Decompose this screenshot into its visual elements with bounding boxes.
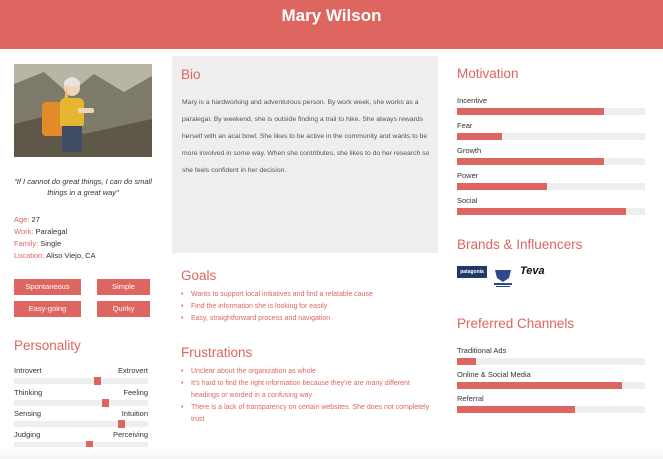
scale-right-label: Intuition: [121, 409, 148, 418]
motivation-bar-label: Incentive: [457, 96, 488, 105]
fact-age: Age: 27: [14, 214, 96, 226]
fact-value: Single: [40, 239, 62, 248]
fact-family: Family: Single: [14, 238, 96, 250]
scale-right-label: Perceiving: [112, 430, 148, 439]
motivation-bar-fill: [457, 108, 604, 115]
teva-logo: Teva: [520, 265, 545, 277]
scale-right-label: Extrovert: [117, 366, 148, 375]
fact-label: Age:: [14, 215, 30, 224]
bio-text: Mary is a hardworking and adventurous pe…: [182, 99, 430, 174]
personality-scale-marker: [118, 420, 125, 428]
scale-left-label: Judging: [14, 430, 41, 439]
profile-photo: [14, 64, 152, 157]
fact-work: Work: Paralegal: [14, 226, 96, 238]
crest-logo: [492, 268, 514, 288]
personality-scale-marker: [102, 399, 109, 407]
scale-left-label: Introvert: [14, 366, 42, 375]
channel-bar-label: Referral: [457, 394, 484, 403]
motivation-bar-fill: [457, 133, 502, 140]
motivation-bar-track: [457, 183, 645, 190]
trait-chip: Quirky: [97, 301, 150, 317]
channel-bar-label: Traditional Ads: [457, 346, 507, 355]
page-footer: [0, 447, 663, 459]
frustrations-title: Frustrations: [181, 345, 253, 360]
list-item: Wants to support local initiatives and f…: [181, 289, 431, 301]
motivation-bar-label: Social: [457, 196, 478, 205]
personality-scale-track: [14, 399, 148, 407]
channel-bar-track: [457, 358, 645, 365]
motivation-bar-track: [457, 208, 645, 215]
motivation-bar-track: [457, 108, 645, 115]
goals-title: Goals: [181, 268, 217, 283]
personality-scale-track: [14, 377, 148, 385]
list-item: Find the information she is looking for …: [181, 301, 431, 313]
motivation-bar-track: [457, 133, 645, 140]
channel-bar-fill: [457, 406, 575, 413]
channel-bar-fill: [457, 358, 476, 365]
motivation-bar-track: [457, 158, 645, 165]
personality-title: Personality: [14, 338, 81, 353]
scale-right-label: Feeling: [123, 388, 148, 397]
persona-facts: Age: 27 Work: Paralegal Family: Single L…: [14, 214, 96, 262]
motivation-bar-fill: [457, 183, 547, 190]
list-item: There is a lack of transparency on certa…: [181, 402, 431, 426]
trait-chip: Easy-going: [14, 301, 81, 317]
motivation-bar-label: Fear: [457, 121, 473, 130]
frustrations-list: Unclear about the organization as whole …: [181, 366, 431, 426]
fact-label: Work:: [14, 227, 34, 236]
patagonia-logo: patagonia: [457, 266, 487, 278]
channels-title: Preferred Channels: [457, 316, 575, 331]
motivation-title: Motivation: [457, 66, 519, 81]
motivation-bar-fill: [457, 208, 626, 215]
fact-label: Location:: [14, 251, 45, 260]
fact-value: Paralegal: [35, 227, 68, 236]
channel-bar-fill: [457, 382, 622, 389]
scale-left-label: Thinking: [14, 388, 43, 397]
header-bar: Mary Wilson: [0, 0, 663, 49]
list-item: Unclear about the organization as whole: [181, 366, 431, 378]
bio-title: Bio: [181, 67, 201, 82]
goals-list: Wants to support local initiatives and f…: [181, 289, 431, 325]
hiker-illustration: [14, 64, 152, 157]
crest-icon: [494, 270, 512, 287]
trait-chip: Spontaneous: [14, 279, 81, 295]
fact-value: Aliso Viejo, CA: [46, 251, 96, 260]
list-item: Easy, straightforward process and naviga…: [181, 313, 431, 325]
scale-left-label: Sensing: [14, 409, 42, 418]
channel-bar-label: Online & Social Media: [457, 370, 531, 379]
persona-quote: "If I cannot do great things, I can do s…: [14, 177, 152, 197]
channel-bar-track: [457, 382, 645, 389]
personality-scale-track: [14, 420, 148, 428]
fact-location: Location: Aliso Viejo, CA: [14, 250, 96, 262]
channel-bar-track: [457, 406, 645, 413]
list-item: It's hard to find the right information …: [181, 378, 431, 402]
motivation-bar-fill: [457, 158, 604, 165]
fact-value: 27: [31, 215, 40, 224]
trait-chip: Simple: [97, 279, 150, 295]
logo-text: patagonia: [460, 269, 484, 275]
persona-name: Mary Wilson: [281, 6, 382, 25]
motivation-bar-label: Growth: [457, 146, 482, 155]
bio-panel: Bio Mary is a hardworking and adventurou…: [172, 56, 438, 253]
motivation-bar-label: Power: [457, 171, 479, 180]
personality-scale-marker: [94, 377, 101, 385]
brands-title: Brands & Influencers: [457, 237, 583, 252]
fact-label: Family:: [14, 239, 39, 248]
